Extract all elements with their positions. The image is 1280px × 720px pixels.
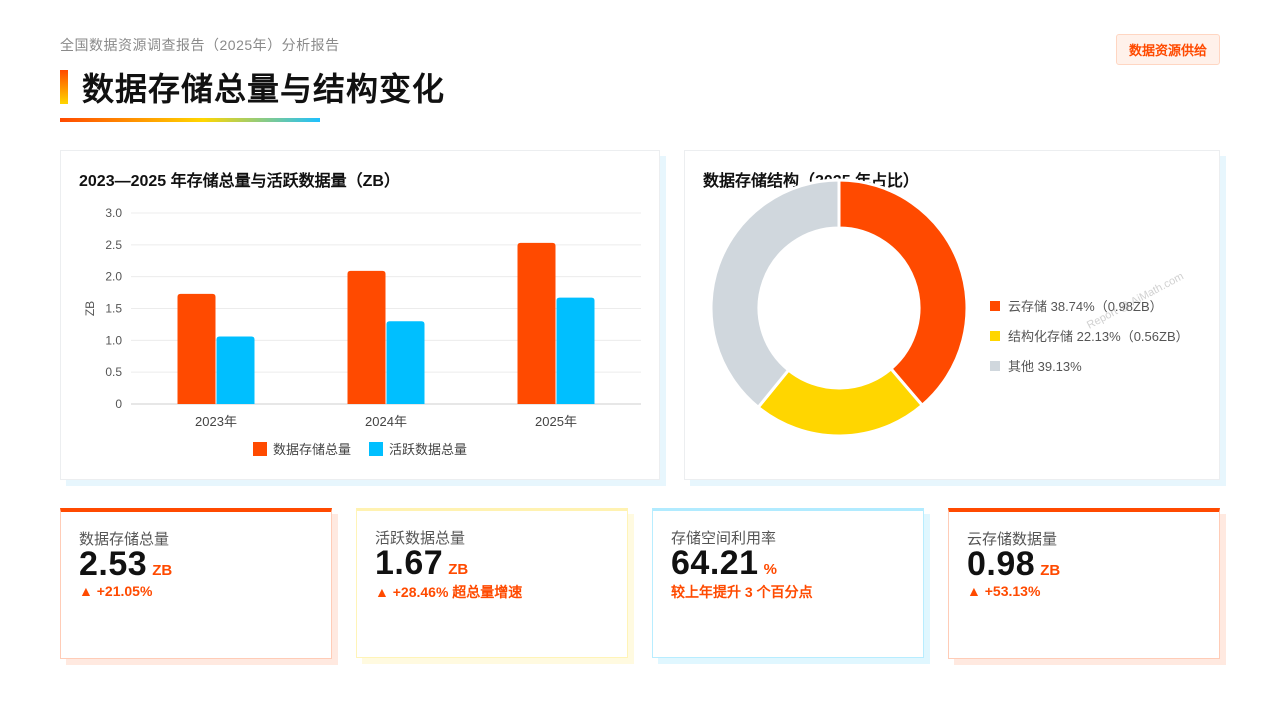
legend-label-active: 活跃数据总量 — [389, 442, 468, 457]
legend-label-storage: 数据存储总量 — [272, 442, 351, 457]
y-tick-label: 1.0 — [105, 333, 122, 347]
kpi-unit: ZB — [448, 561, 469, 578]
bar-chart-legend: 数据存储总量 活跃数据总量 — [61, 439, 659, 458]
legend-item-cloud: 云存储 38.74%（0.98ZB） — [990, 296, 1189, 315]
legend-label-other: 其他 39.13% — [1008, 359, 1082, 374]
donut-chart-panel: 数据存储结构（2025 年占比） 云存储 38.74%（0.98ZB） 结构化存… — [684, 150, 1220, 480]
kpi-number: 2.53 — [79, 545, 148, 583]
kpi-card-cloud-storage: 云存储数据量 0.98 ZB ▲ +53.13% — [948, 508, 1220, 659]
kpi-value: 1.67 ZB — [375, 544, 468, 583]
legend-swatch-structured — [990, 330, 1000, 341]
kpi-change: 较上年提升 3 个百分点 — [671, 584, 813, 600]
y-tick-label: 1.5 — [105, 302, 122, 316]
x-tick-label: 2024年 — [365, 414, 407, 429]
report-subtitle: 全国数据资源调查报告（2025年）分析报告 — [60, 37, 340, 53]
title-accent-bar — [60, 70, 68, 104]
kpi-value: 64.21 % — [671, 544, 777, 583]
legend-swatch-other — [990, 360, 1000, 371]
bar-storage — [347, 270, 386, 404]
legend-item-storage: 数据存储总量 — [252, 439, 351, 458]
kpi-value: 2.53 ZB — [79, 545, 172, 584]
kpi-change: ▲ +28.46% 超总量增速 — [375, 584, 523, 600]
y-tick-label: 0.5 — [105, 365, 122, 379]
kpi-card-storage-total: 数据存储总量 2.53 ZB ▲ +21.05% — [60, 508, 332, 659]
kpi-unit: ZB — [1040, 562, 1061, 579]
kpi-value: 0.98 ZB — [967, 545, 1060, 584]
section-badge: 数据资源供给 — [1115, 34, 1220, 65]
legend-swatch-active — [369, 441, 383, 456]
bar-active — [216, 336, 255, 404]
y-tick-label: 2.5 — [105, 238, 122, 252]
y-tick-label: 3.0 — [105, 206, 122, 220]
donut-chart-legend: 云存储 38.74%（0.98ZB） 结构化存储 22.13%（0.56ZB） … — [990, 296, 1189, 386]
bar-storage — [517, 242, 556, 404]
page-title: 数据存储总量与结构变化 — [82, 71, 446, 107]
y-tick-label: 2.0 — [105, 270, 122, 284]
kpi-unit: % — [763, 561, 777, 578]
kpi-change: ▲ +21.05% — [79, 583, 153, 599]
kpi-number: 1.67 — [375, 544, 444, 582]
title-underline — [60, 118, 320, 122]
bar-chart: 0 0.5 1.0 1.5 2.0 2.5 3.0 ZB 2023年 2024年 2025年 — [83, 206, 641, 429]
bar-active — [386, 321, 425, 404]
legend-swatch-cloud — [990, 300, 1000, 311]
x-tick-label: 2025年 — [535, 414, 577, 429]
bar-chart-panel: 2023—2025 年存储总量与活跃数据量（ZB） 0 0.5 1.0 1.5 2.0 2… — [60, 150, 660, 480]
kpi-change: ▲ +53.13% — [967, 583, 1041, 599]
x-tick-label: 2023年 — [195, 414, 237, 429]
kpi-card-active-total: 活跃数据总量 1.67 ZB ▲ +28.46% 超总量增速 — [356, 508, 628, 658]
kpi-number: 0.98 — [967, 545, 1036, 583]
legend-item-active: 活跃数据总量 — [369, 439, 467, 458]
donut-slice-2 — [709, 178, 841, 410]
legend-swatch-storage — [252, 441, 267, 456]
kpi-number: 64.21 — [671, 544, 759, 582]
bar-storage — [177, 293, 216, 404]
kpi-card-utilization: 存储空间利用率 64.21 % 较上年提升 3 个百分点 — [652, 508, 924, 658]
legend-label-structured: 结构化存储 22.13%（0.56ZB） — [1008, 329, 1189, 344]
bar-active — [556, 297, 595, 404]
donut-slice-0 — [837, 178, 969, 408]
y-tick-label: 0 — [115, 397, 122, 411]
y-axis-label: ZB — [83, 301, 97, 316]
legend-item-other: 其他 39.13% — [990, 356, 1189, 375]
kpi-unit: ZB — [152, 562, 173, 579]
